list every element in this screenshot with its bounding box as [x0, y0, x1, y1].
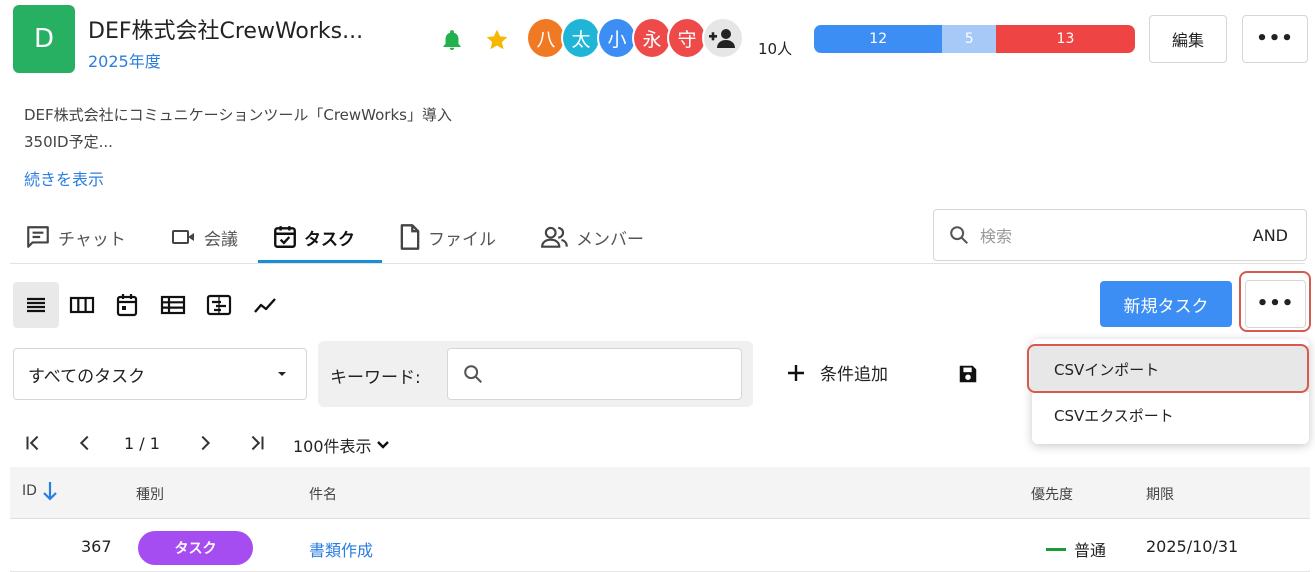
- keyword-input[interactable]: [447, 348, 742, 400]
- list-view-icon: [27, 297, 45, 313]
- filter-selected-value: すべてのタスク: [28, 366, 146, 387]
- view-calendar-button[interactable]: [104, 282, 150, 328]
- tab-chat[interactable]: チャット: [24, 220, 126, 254]
- search-icon: [464, 365, 482, 383]
- chat-icon: [27, 226, 49, 248]
- column-header-due[interactable]: 期限: [1146, 484, 1174, 504]
- column-label: ID: [22, 483, 37, 499]
- add-member-button[interactable]: [702, 17, 744, 59]
- tab-members[interactable]: メンバー: [540, 220, 644, 254]
- project-title[interactable]: DEF株式会社CrewWorks...: [88, 13, 363, 45]
- view-table-button[interactable]: [150, 282, 196, 328]
- project-icon: D: [13, 5, 75, 73]
- description-line: DEF株式会社にコミュニケーションツール「CrewWorks」導入: [24, 106, 452, 124]
- sort-arrow-down-icon: [43, 482, 57, 501]
- menu-item-csv-export[interactable]: CSVエクスポート: [1032, 392, 1309, 438]
- tabs-divider: [10, 263, 1305, 264]
- save-filter-button[interactable]: [957, 363, 979, 385]
- bell-icon[interactable]: [440, 28, 464, 52]
- task-progress-bar[interactable]: 12 5 13: [814, 25, 1135, 53]
- search-input[interactable]: 検索 AND: [933, 209, 1307, 261]
- per-page-select[interactable]: 100件表示: [293, 433, 390, 457]
- next-page-button[interactable]: [194, 432, 216, 454]
- chart-view-icon: [254, 298, 276, 313]
- read-more-link[interactable]: 続きを表示: [24, 166, 104, 190]
- add-person-icon: [709, 29, 735, 48]
- add-condition-label: 条件追加: [820, 365, 888, 385]
- task-calendar-icon: [274, 226, 296, 248]
- type-badge: タスク: [138, 531, 253, 565]
- priority-normal-icon: [1046, 547, 1066, 551]
- per-page-label: 100件表示: [293, 437, 372, 456]
- tab-label: 会議: [204, 229, 238, 250]
- tab-label: ファイル: [428, 229, 496, 250]
- first-page-button[interactable]: [22, 432, 44, 454]
- highlight-outline: [1239, 271, 1311, 332]
- member-avatar[interactable]: 永: [632, 17, 672, 59]
- description-line: 350ID予定...: [24, 133, 113, 151]
- project-more-button[interactable]: •••: [1242, 15, 1308, 63]
- chevron-down-icon: [376, 441, 389, 449]
- file-icon: [400, 224, 420, 250]
- column-header-priority[interactable]: 優先度: [1031, 484, 1073, 504]
- chevron-left-icon: [79, 435, 89, 451]
- cell-due-date: 2025/10/31: [1146, 537, 1239, 556]
- member-avatar[interactable]: 八: [526, 17, 566, 59]
- table-view-icon: [160, 295, 186, 315]
- progress-segment-in-progress: 5: [942, 25, 996, 53]
- task-filter-select[interactable]: すべてのタスク: [13, 348, 307, 400]
- tab-label: チャット: [58, 229, 126, 250]
- tab-meeting[interactable]: 会議: [170, 220, 238, 254]
- progress-segment-overdue: 13: [995, 25, 1135, 53]
- tab-label: タスク: [304, 229, 355, 250]
- search-icon: [950, 226, 968, 244]
- prev-page-button[interactable]: [74, 432, 96, 454]
- project-description: DEF株式会社にコミュニケーションツール「CrewWorks」導入 350ID予…: [24, 102, 452, 156]
- chevron-right-icon: [201, 435, 211, 451]
- tab-label: メンバー: [576, 229, 644, 250]
- video-icon: [172, 230, 194, 244]
- new-task-button[interactable]: 新規タスク: [1100, 281, 1232, 327]
- caret-down-icon: [278, 372, 286, 376]
- members-icon: [541, 226, 568, 248]
- search-placeholder: 検索: [980, 227, 1013, 246]
- last-page-icon: [251, 435, 264, 451]
- page-indicator: 1 / 1: [124, 434, 160, 453]
- member-avatar[interactable]: 太: [561, 17, 601, 59]
- view-board-button[interactable]: [59, 282, 105, 328]
- tab-task[interactable]: タスク: [272, 220, 355, 254]
- board-view-icon: [69, 296, 95, 314]
- column-header-type[interactable]: 種別: [136, 484, 164, 504]
- task-title-link[interactable]: 書類作成: [309, 537, 373, 561]
- priority-label: 普通: [1074, 541, 1107, 560]
- progress-segment-open: 12: [814, 25, 943, 53]
- member-avatar[interactable]: 小: [597, 17, 637, 59]
- add-condition-button[interactable]: 条件追加: [786, 360, 888, 385]
- column-header-title[interactable]: 件名: [309, 484, 337, 504]
- more-icon: •••: [1256, 28, 1294, 49]
- first-page-icon: [26, 435, 39, 451]
- view-list-button[interactable]: [13, 282, 59, 328]
- plus-icon: [788, 364, 804, 381]
- member-count: 10人: [758, 40, 793, 58]
- tab-files[interactable]: ファイル: [398, 220, 496, 254]
- table-header: [10, 467, 1310, 519]
- search-mode-toggle[interactable]: AND: [1253, 226, 1288, 245]
- member-avatar[interactable]: 守: [667, 17, 707, 59]
- save-icon: [959, 365, 977, 383]
- star-icon[interactable]: [484, 27, 510, 53]
- edit-button[interactable]: 編集: [1149, 15, 1227, 63]
- last-page-button[interactable]: [246, 432, 268, 454]
- view-chart-button[interactable]: [242, 282, 288, 328]
- column-header-id[interactable]: ID: [22, 480, 59, 502]
- calendar-view-icon: [116, 294, 138, 317]
- cell-id: 367: [81, 537, 112, 556]
- cell-priority: 普通: [1046, 537, 1106, 561]
- gantt-view-icon: [206, 294, 232, 316]
- project-year[interactable]: 2025年度: [88, 48, 161, 72]
- highlight-outline: [1027, 344, 1309, 393]
- keyword-label: キーワード:: [330, 368, 421, 388]
- view-gantt-button[interactable]: [196, 282, 242, 328]
